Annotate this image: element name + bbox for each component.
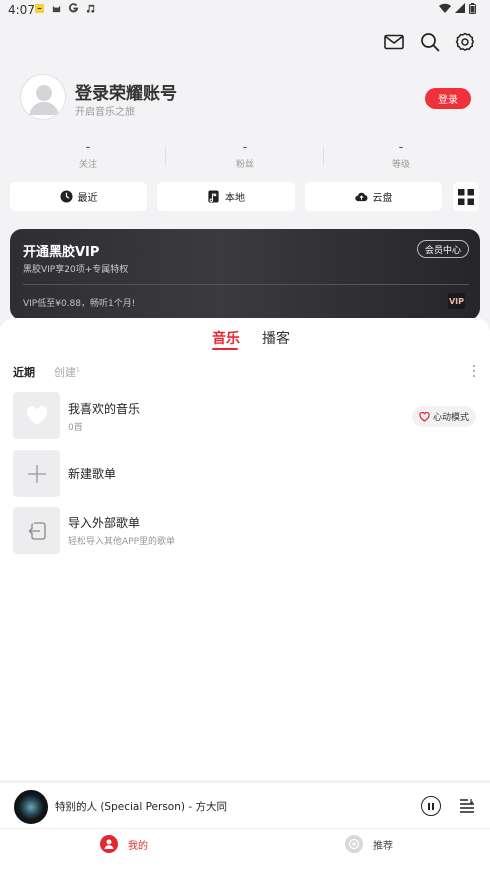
settings-icon [455, 32, 475, 51]
recommend-icon [345, 835, 363, 853]
vip-card[interactable]: 开通黑胶VIP 黑胶VIP享20项+专属特权 会员中心 VIP低至¥0.88，畅… [10, 229, 480, 320]
heart-mode-button[interactable]: 心动模式 [412, 406, 476, 427]
notification-badge-icon [34, 3, 45, 14]
vip-title: 开通黑胶VIP [23, 245, 100, 260]
nav-recommend[interactable]: 推荐 [345, 835, 393, 853]
signal-icon [455, 3, 465, 13]
vip-promo[interactable]: VIP低至¥0.88，畅听1个月! [23, 296, 135, 309]
stat-label: 关注 [78, 160, 97, 170]
album-disc[interactable] [14, 790, 48, 824]
music-file-icon [208, 190, 219, 203]
playlist-queue-icon[interactable] [459, 798, 475, 814]
stat-divider [323, 146, 324, 166]
member-center-button[interactable]: 会员中心 [417, 240, 469, 258]
music-note-icon [86, 4, 95, 13]
clock-icon [59, 190, 73, 203]
bottom-nav [0, 828, 490, 871]
status-time: 4:07 [8, 3, 35, 17]
cloud-button[interactable]: 云盘 [305, 182, 442, 211]
pause-icon [428, 802, 430, 810]
tab-music[interactable]: 音乐 [212, 328, 240, 348]
stat-value: - [242, 140, 248, 155]
subtab-recent[interactable]: 近期 [13, 364, 35, 380]
cloud-label: 云盘 [372, 193, 393, 204]
cloud-upload-icon [354, 192, 367, 202]
stat-value: - [398, 140, 404, 155]
stat-label: 等级 [391, 160, 410, 170]
pause-button[interactable] [421, 796, 441, 816]
status-icons-right [439, 3, 476, 14]
plus-icon [27, 464, 46, 483]
subtab-created[interactable]: 创建1 [54, 364, 80, 380]
tab-podcast[interactable]: 播客 [262, 328, 290, 348]
playlist-title[interactable]: 我喜欢的音乐 [68, 400, 140, 417]
default-avatar-icon [29, 85, 59, 115]
stat-level[interactable]: - 等级 [341, 140, 461, 170]
liked-music-cover[interactable] [13, 392, 60, 439]
playlist-subtitle: 0首 [68, 423, 83, 433]
wifi-icon [439, 3, 451, 13]
settings-button[interactable] [453, 30, 477, 54]
playlist-title[interactable]: 导入外部歌单 [68, 514, 140, 531]
stat-label: 粉丝 [235, 160, 254, 170]
search-button[interactable] [418, 30, 442, 54]
recent-button[interactable]: 最近 [10, 182, 147, 211]
subtab-created-count: 1 [76, 366, 80, 374]
import-icon [28, 521, 46, 540]
playlist-subtitle: 轻松导入其他APP里的歌单 [68, 537, 176, 547]
nav-recommend-label: 推荐 [373, 840, 393, 852]
stat-following[interactable]: - 关注 [28, 140, 148, 170]
heart-outline-icon [419, 411, 430, 422]
avatar[interactable] [20, 74, 66, 120]
nav-mine[interactable]: 我的 [100, 835, 148, 853]
vip-badge: VIP [448, 293, 465, 309]
battery-icon [469, 3, 476, 14]
heart-icon [26, 405, 47, 425]
status-bar: 4:07 [0, 0, 490, 22]
active-tab-indicator [212, 348, 238, 350]
login-title[interactable]: 登录荣耀账号 [75, 79, 177, 104]
search-icon [421, 33, 440, 52]
grid-icon [458, 188, 474, 205]
playlist-title[interactable]: 新建歌单 [68, 465, 116, 482]
vip-divider [23, 284, 469, 285]
local-button[interactable]: 本地 [157, 182, 295, 211]
cat-app-icon [52, 5, 61, 13]
more-grid-button[interactable] [453, 182, 479, 211]
nav-mine-label: 我的 [128, 840, 148, 852]
stat-divider [165, 146, 166, 166]
mail-button[interactable] [382, 30, 406, 54]
new-playlist-cover[interactable] [13, 450, 60, 497]
status-icons-left [34, 3, 96, 14]
heart-mode-label: 心动模式 [432, 413, 469, 423]
recent-label: 最近 [77, 193, 98, 204]
more-options-icon[interactable] [470, 363, 478, 379]
login-button[interactable]: 登录 [425, 88, 471, 109]
now-playing-title[interactable]: 特别的人 (Special Person) - 方大同 [55, 799, 227, 814]
vip-subtitle: 黑胶VIP享20项+专属特权 [23, 265, 129, 275]
google-g-icon [68, 3, 79, 13]
import-playlist-cover[interactable] [13, 507, 60, 554]
stat-value: - [85, 140, 91, 155]
stat-fans[interactable]: - 粉丝 [185, 140, 305, 170]
local-label: 本地 [225, 193, 245, 204]
login-subtitle: 开启音乐之旅 [75, 107, 135, 118]
subtab-created-label: 创建 [54, 366, 76, 379]
mail-icon [384, 34, 404, 50]
library-panel [0, 318, 490, 780]
user-icon [100, 835, 118, 853]
